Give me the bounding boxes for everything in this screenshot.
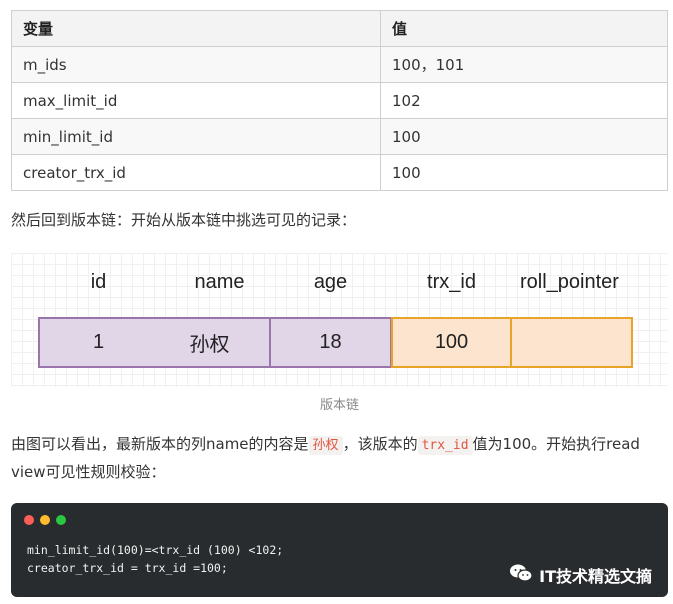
watermark: IT技术精选文摘 xyxy=(509,563,652,587)
cell-value: 102 xyxy=(380,82,668,119)
code-line: creator_trx_id = trx_id =100; xyxy=(27,561,228,575)
intro-paragraph: 然后回到版本链：开始从版本链中挑选可见的记录： xyxy=(11,211,357,229)
inline-code-name: 孙权 xyxy=(308,436,343,455)
cell-variable: min_limit_id xyxy=(11,118,381,155)
code-line: min_limit_id(100)=<trx_id (100) <102; xyxy=(27,543,284,557)
cell-variable: creator_trx_id xyxy=(11,154,381,191)
cell-age: 18 xyxy=(271,317,392,368)
cell-variable: max_limit_id xyxy=(11,82,381,119)
table-row: m_ids 100，101 xyxy=(11,46,668,83)
cell-value: 100 xyxy=(380,118,668,155)
explain-text-2: ，该版本的 xyxy=(342,435,418,453)
cell-trx-id: 100 xyxy=(391,317,512,368)
explain-paragraph: 由图可以看出，最新版本的列name的内容是 孙权 ，该版本的 trx_id 值为100。… xyxy=(11,431,666,486)
figure-caption: 版本链 xyxy=(319,398,359,413)
wechat-icon xyxy=(509,563,533,587)
table-row: min_limit_id 100 xyxy=(11,118,668,155)
cell-variable: m_ids xyxy=(11,46,381,83)
variables-table: 变量 值 m_ids 100，101 max_limit_id 102 min_… xyxy=(11,10,668,191)
column-header-age: age xyxy=(313,271,348,293)
cell-id: 1 xyxy=(38,317,159,368)
version-chain-diagram: id name age trx_id roll_pointer 1 孙权 18 … xyxy=(11,253,668,387)
column-header-name: name xyxy=(194,271,245,293)
header-value: 值 xyxy=(380,10,668,47)
cell-roll-pointer xyxy=(512,317,633,368)
window-dots xyxy=(24,515,66,525)
code-lines: min_limit_id(100)=<trx_id (100) <102; cre… xyxy=(27,541,283,577)
cell-name: 孙权 xyxy=(150,317,271,368)
table-header-row: 变量 值 xyxy=(11,10,668,47)
header-variable: 变量 xyxy=(11,10,381,47)
column-header-id: id xyxy=(90,271,107,293)
minimize-dot-icon xyxy=(40,515,50,525)
maximize-dot-icon xyxy=(56,515,66,525)
inline-code-trx-id: trx_id xyxy=(417,436,473,455)
watermark-text: IT技术精选文摘 xyxy=(539,567,652,586)
table-row: creator_trx_id 100 xyxy=(11,154,668,191)
cell-value: 100，101 xyxy=(380,46,668,83)
column-header-trx-id: trx_id xyxy=(427,271,476,293)
column-header-roll-pointer: roll_pointer xyxy=(520,271,619,293)
explain-text-1: 由图可以看出，最新版本的列name的内容是 xyxy=(11,435,309,453)
code-block: min_limit_id(100)=<trx_id (100) <102; cre… xyxy=(11,503,668,597)
cell-value: 100 xyxy=(380,154,668,191)
table-row: max_limit_id 102 xyxy=(11,82,668,119)
close-dot-icon xyxy=(24,515,34,525)
